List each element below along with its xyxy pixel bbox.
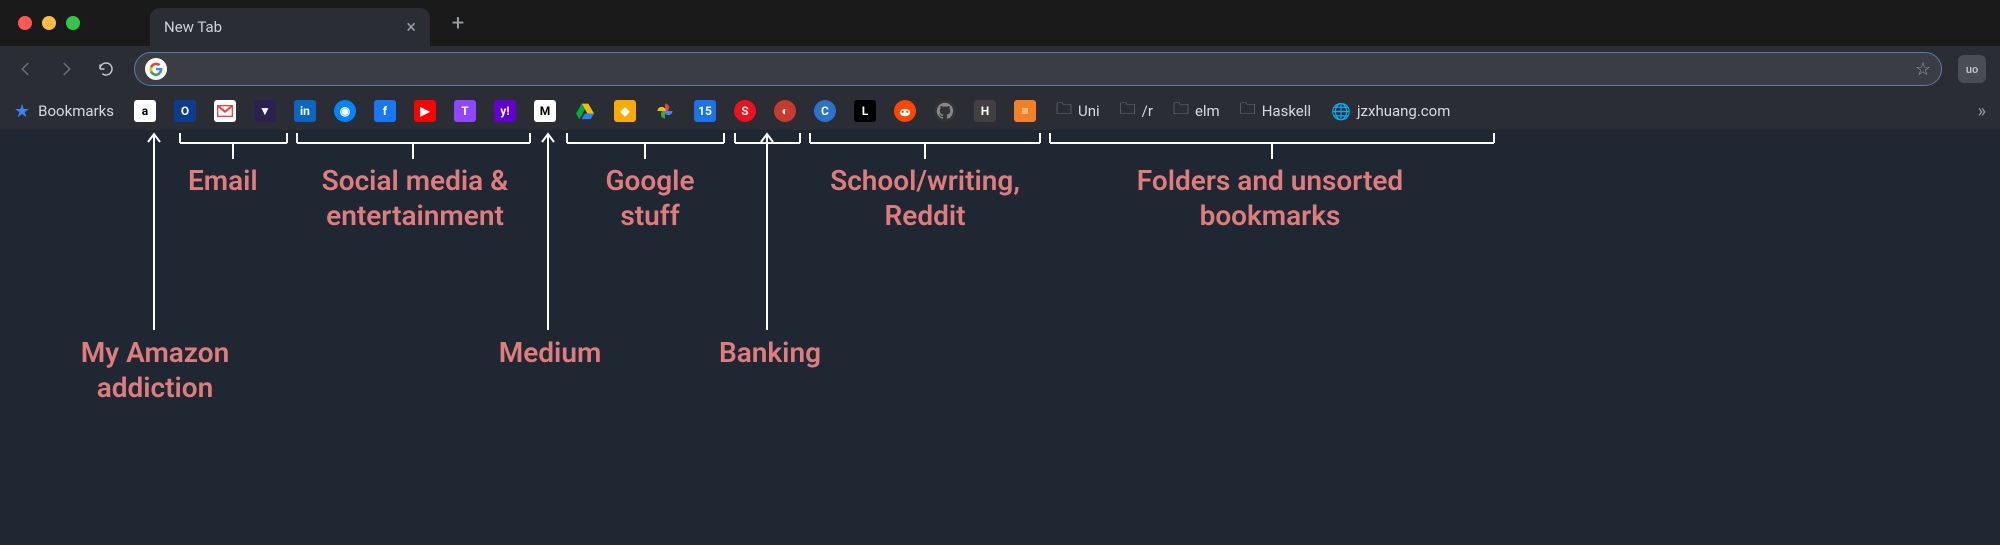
annotation-school: School/writing,Reddit — [810, 163, 1040, 233]
bookmarks-bar: ★ Bookmarks a O ▼ in ◉ f ▶ T y! M ◆ 15 S… — [0, 92, 2000, 130]
close-window-button[interactable] — [18, 16, 32, 30]
folder-label: Uni — [1078, 102, 1100, 120]
address-bar[interactable]: ☆ — [134, 52, 1942, 86]
new-tab-button[interactable]: + — [444, 9, 472, 37]
coursera-bookmark-icon[interactable]: C — [814, 100, 836, 122]
toolbar: ☆ uo — [0, 46, 2000, 92]
window-controls — [18, 16, 80, 30]
folder-bookmark-haskell[interactable]: 🗀 Haskell — [1240, 98, 1311, 125]
annotation-medium: Medium — [460, 335, 640, 370]
folder-label: elm — [1195, 102, 1220, 120]
annotation-amazon: My Amazonaddiction — [60, 335, 250, 405]
folder-label: Haskell — [1262, 102, 1311, 120]
bookmarks-overflow-icon[interactable]: » — [1978, 101, 1986, 122]
annotation-banking: Banking — [700, 335, 840, 370]
folder-icon: 🗀 — [1056, 98, 1072, 125]
messenger-bookmark-icon[interactable]: ◉ — [334, 100, 356, 122]
annotation-social: Social media &entertainment — [300, 163, 530, 233]
youtube-bookmark-icon[interactable]: ▶ — [414, 100, 436, 122]
folder-bookmark-elm[interactable]: 🗀 elm — [1173, 98, 1220, 125]
bank-bookmark-icon[interactable]: ◐ — [774, 100, 796, 122]
github-bookmark-icon[interactable] — [934, 100, 956, 122]
annotation-google: Googlestuff — [590, 163, 710, 233]
star-icon: ★ — [14, 101, 30, 122]
annotation-email: Email — [188, 163, 258, 198]
scotiabank-bookmark-icon[interactable]: S — [734, 100, 756, 122]
folder-icon: 🗀 — [1120, 98, 1136, 125]
yahoo-bookmark-icon[interactable]: y! — [494, 100, 516, 122]
annotation-folders: Folders and unsortedbookmarks — [1110, 163, 1430, 233]
folder-label: /r — [1142, 102, 1153, 120]
reddit-bookmark-icon[interactable] — [894, 100, 916, 122]
twitch-bookmark-icon[interactable]: T — [454, 100, 476, 122]
hackernews-bookmark-icon[interactable]: H — [974, 100, 996, 122]
minimize-window-button[interactable] — [42, 16, 56, 30]
folder-icon: 🗀 — [1173, 98, 1189, 125]
facebook-bookmark-icon[interactable]: f — [374, 100, 396, 122]
folder-icon: 🗀 — [1240, 98, 1256, 125]
tab-strip: New Tab × + — [0, 0, 2000, 46]
folder-bookmark-uni[interactable]: 🗀 Uni — [1056, 98, 1100, 125]
tab-title: New Tab — [164, 18, 222, 36]
stackoverflow-bookmark-icon[interactable]: ≡ — [1014, 100, 1036, 122]
maximize-window-button[interactable] — [66, 16, 80, 30]
close-tab-icon[interactable]: × — [406, 17, 416, 38]
medium-bookmark-icon[interactable]: M — [534, 100, 556, 122]
photos-bookmark-icon[interactable] — [654, 100, 676, 122]
back-button[interactable] — [14, 57, 38, 81]
browser-tab[interactable]: New Tab × — [150, 8, 430, 46]
keep-bookmark-icon[interactable]: ◆ — [614, 100, 636, 122]
calendar-bookmark-icon[interactable]: 15 — [694, 100, 716, 122]
globe-icon: 🌐 — [1331, 102, 1351, 121]
learn-bookmark-icon[interactable]: L — [854, 100, 876, 122]
reload-button[interactable] — [94, 57, 118, 81]
amazon-bookmark-icon[interactable]: a — [134, 100, 156, 122]
link-label: jzxhuang.com — [1357, 102, 1450, 120]
google-search-icon — [145, 58, 167, 80]
bookmark-star-icon[interactable]: ☆ — [1915, 59, 1931, 80]
folder-bookmark-r[interactable]: 🗀 /r — [1120, 98, 1153, 125]
linkedin-bookmark-icon[interactable]: in — [294, 100, 316, 122]
gmail-bookmark-icon[interactable] — [214, 100, 236, 122]
protonmail-bookmark-icon[interactable]: ▼ — [254, 100, 276, 122]
link-bookmark[interactable]: 🌐 jzxhuang.com — [1331, 102, 1450, 121]
drive-bookmark-icon[interactable] — [574, 100, 596, 122]
bookmark-icons-group: a O ▼ in ◉ f ▶ T y! M ◆ 15 S ◐ C L H ≡ — [134, 100, 1036, 122]
bookmarks-menu[interactable]: ★ Bookmarks — [14, 101, 114, 122]
outlook-bookmark-icon[interactable]: O — [174, 100, 196, 122]
extension-button[interactable]: uo — [1958, 55, 1986, 83]
annotation-area: My Amazonaddiction Email Social media &e… — [0, 130, 2000, 545]
forward-button[interactable] — [54, 57, 78, 81]
bookmarks-label: Bookmarks — [38, 102, 114, 120]
